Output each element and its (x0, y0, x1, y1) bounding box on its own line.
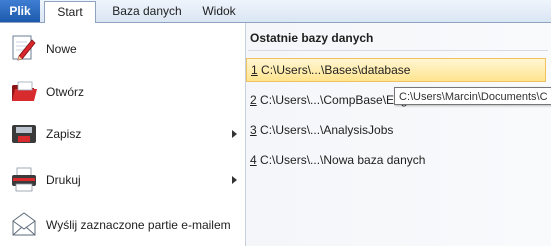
tab-database[interactable]: Baza danych (112, 1, 182, 22)
recent-item-path: C:\Users\...\Nowa baza danych (256, 153, 426, 167)
save-disk-icon (12, 125, 36, 143)
submenu-arrow-icon (232, 130, 237, 138)
recent-item-number: 4 (250, 153, 257, 167)
open-folder-icon (12, 81, 37, 101)
recent-databases-heading: Ostatnie bazy danych (250, 31, 374, 45)
tab-view[interactable]: Widok (196, 1, 242, 22)
send-email-label: Wyślij zaznaczone partie e-mailem (46, 218, 231, 232)
recent-item-number: 1 (251, 63, 258, 77)
new-document-pencil-icon (12, 35, 36, 61)
recent-item-path: C:\Users\...\Bases\database (257, 63, 411, 77)
ribbon-tab-bar: Plik Start Baza danych Widok (0, 0, 551, 24)
open-label: Otwórz (46, 85, 85, 99)
new-label: Nowe (46, 42, 77, 56)
recent-item[interactable]: 1 C:\Users\...\Bases\database (246, 58, 546, 82)
save-command[interactable]: Zapisz (0, 114, 244, 154)
path-tooltip: C:\Users\Marcin\Documents\C (394, 87, 551, 105)
email-envelope-icon (12, 212, 36, 236)
save-label: Zapisz (46, 127, 82, 141)
recent-item-number: 3 (250, 123, 257, 137)
printer-icon (12, 167, 36, 192)
new-command[interactable]: Nowe (0, 29, 244, 69)
backstage-command-pane: Nowe Otwórz Zapisz Drukuj Wyślij zaznacz… (0, 23, 246, 246)
tab-file[interactable]: Plik (0, 0, 40, 22)
print-command[interactable]: Drukuj (0, 160, 244, 200)
submenu-arrow-icon (232, 176, 237, 184)
open-command[interactable]: Otwórz (0, 72, 244, 112)
recent-item-path: C:\Users\...\AnalysisJobs (256, 123, 394, 137)
divider (248, 50, 548, 51)
recent-item-number: 2 (250, 93, 257, 107)
recent-item[interactable]: 3 C:\Users\...\AnalysisJobs (246, 118, 546, 142)
recent-item[interactable]: 4 C:\Users\...\Nowa baza danych (246, 148, 546, 172)
send-email-command[interactable]: Wyślij zaznaczone partie e-mailem (0, 205, 244, 245)
print-label: Drukuj (46, 173, 81, 187)
tab-start[interactable]: Start (44, 1, 96, 24)
recent-item-path: C:\Users\...\CompBase\Eng (256, 93, 408, 107)
